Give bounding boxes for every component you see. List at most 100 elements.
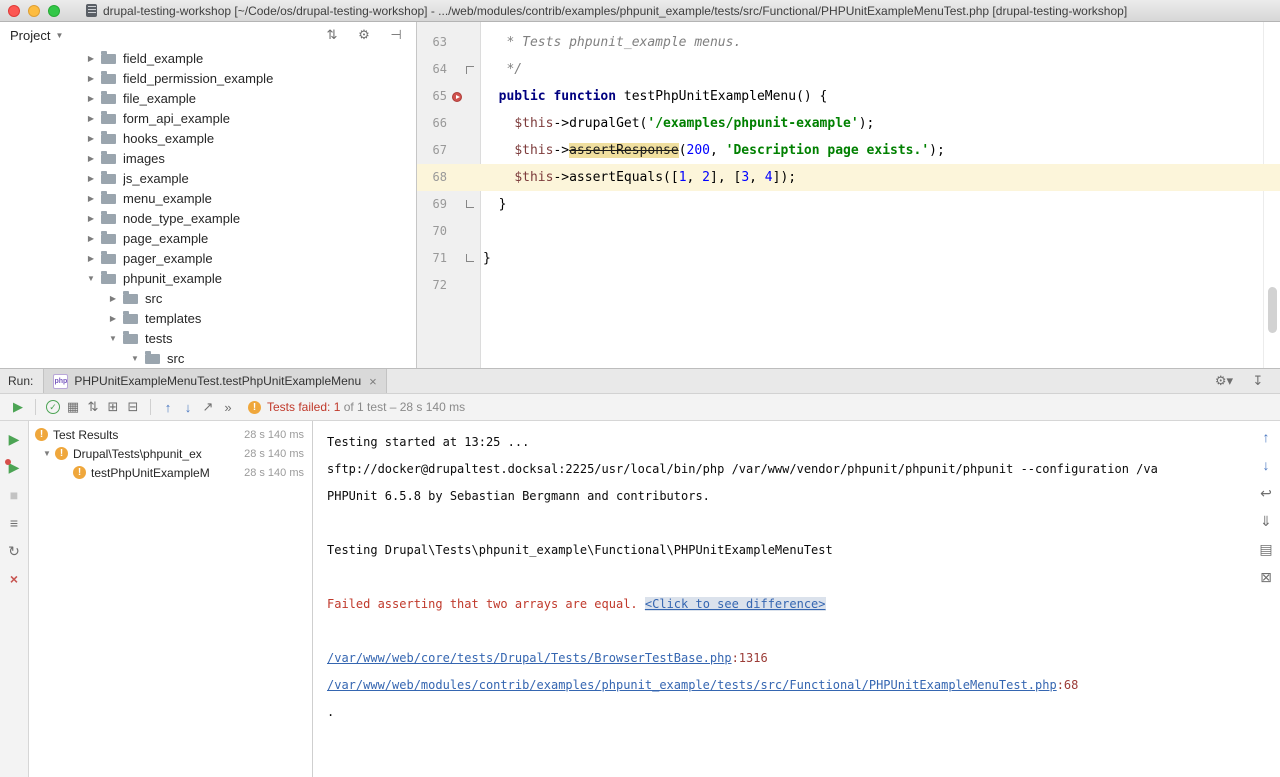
- gutter-spacer: [449, 110, 464, 137]
- down-stacktrace-button[interactable]: ↓: [1256, 455, 1276, 475]
- run-tab[interactable]: php PHPUnitExampleMenuTest.testPhpUnitEx…: [43, 369, 386, 393]
- chevron-collapsed-icon[interactable]: ▶: [84, 74, 98, 83]
- chevron-collapsed-icon[interactable]: ▶: [106, 314, 120, 323]
- scroll-to-end-button[interactable]: ⇓: [1256, 511, 1276, 531]
- project-tree-item-pager_example[interactable]: ▶pager_example: [0, 248, 416, 268]
- difference-link[interactable]: <Click to see difference>: [645, 597, 826, 611]
- code-line-66[interactable]: 66 $this->drupalGet('/examples/phpunit-e…: [417, 110, 1280, 137]
- collapse-all-icon[interactable]: ⇅: [322, 25, 342, 45]
- print-button[interactable]: ▤: [1256, 539, 1276, 559]
- restore-layout-button[interactable]: ≡: [4, 513, 24, 533]
- test-name-label: Test Results: [53, 428, 118, 442]
- expand-all-button[interactable]: ⊞: [103, 397, 123, 417]
- failed-test-gutter-icon[interactable]: [449, 83, 464, 110]
- code-line-70[interactable]: 70: [417, 218, 1280, 245]
- console-right-toolbar: ↑ ↓ ↩ ⇓ ▤ ⊠: [1252, 421, 1280, 777]
- project-panel-header: Project ▼ ⇅ ⚙ ⊣: [0, 22, 416, 48]
- chevron-expanded-icon[interactable]: ▼: [128, 354, 142, 363]
- rerun-test-button[interactable]: ▶: [4, 429, 24, 449]
- chevron-collapsed-icon[interactable]: ▶: [106, 294, 120, 303]
- line-number: 69: [417, 191, 449, 218]
- stack-frame-link[interactable]: /var/www/web/core/tests/Drupal/Tests/Bro…: [327, 651, 732, 665]
- code-text: [480, 272, 483, 299]
- project-tree-item-field_permission_example[interactable]: ▶ field_permission_example: [0, 68, 416, 88]
- collapse-all-button[interactable]: ⊟: [123, 397, 143, 417]
- show-ignored-button[interactable]: ▦: [63, 397, 83, 417]
- chevron-collapsed-icon[interactable]: ▶: [84, 254, 98, 263]
- project-tree-item-node_type_example[interactable]: ▶node_type_example: [0, 208, 416, 228]
- stop-button[interactable]: ■: [4, 485, 24, 505]
- chevron-collapsed-icon[interactable]: ▶: [84, 134, 98, 143]
- chevron-collapsed-icon[interactable]: ▶: [84, 194, 98, 203]
- folder-icon: [145, 354, 160, 364]
- chevron-collapsed-icon[interactable]: ▶: [84, 114, 98, 123]
- rerun-all-tests-button[interactable]: ▶: [8, 397, 28, 417]
- rerun-failed-tests-button[interactable]: ▶: [4, 457, 24, 477]
- test-history-button[interactable]: ↻: [4, 541, 24, 561]
- chevron-collapsed-icon[interactable]: ▶: [84, 94, 98, 103]
- project-tree-item-src[interactable]: ▼src: [0, 348, 416, 368]
- project-tree-item-page_example[interactable]: ▶page_example: [0, 228, 416, 248]
- project-tree-item-tests[interactable]: ▼tests: [0, 328, 416, 348]
- project-tree-item-phpunit_example[interactable]: ▼phpunit_example: [0, 268, 416, 288]
- up-stacktrace-button[interactable]: ↑: [1256, 427, 1276, 447]
- settings-gear-icon[interactable]: ⚙: [354, 25, 374, 45]
- folder-icon: [123, 334, 138, 344]
- code-line-69[interactable]: 69 }: [417, 191, 1280, 218]
- project-tree-item-hooks_example[interactable]: ▶hooks_example: [0, 128, 416, 148]
- close-run-panel-button[interactable]: ×: [4, 569, 24, 589]
- show-passed-button[interactable]: ✓: [46, 400, 60, 414]
- chevron-collapsed-icon[interactable]: ▶: [84, 154, 98, 163]
- chevron-collapsed-icon[interactable]: ▶: [84, 214, 98, 223]
- import-test-results-button[interactable]: ↗: [198, 397, 218, 417]
- more-options-icon[interactable]: »: [218, 397, 238, 417]
- chevron-collapsed-icon[interactable]: ▶: [84, 54, 98, 63]
- previous-failed-test-button[interactable]: ↑: [158, 397, 178, 417]
- close-button[interactable]: [8, 5, 20, 17]
- run-tab-close-icon[interactable]: ×: [369, 375, 377, 388]
- code-line-63[interactable]: 63 * Tests phpunit_example menus.: [417, 29, 1280, 56]
- zoom-button[interactable]: [48, 5, 60, 17]
- next-failed-test-button[interactable]: ↓: [178, 397, 198, 417]
- soft-wrap-button[interactable]: ↩: [1256, 483, 1276, 503]
- test-console[interactable]: Testing started at 13:25 ...sftp://docke…: [313, 421, 1252, 777]
- stack-frame-link[interactable]: /var/www/web/modules/contrib/examples/ph…: [327, 678, 1057, 692]
- project-tree-item-menu_example[interactable]: ▶menu_example: [0, 188, 416, 208]
- chevron-collapsed-icon[interactable]: ▶: [84, 234, 98, 243]
- project-tree-item-js_example[interactable]: ▶js_example: [0, 168, 416, 188]
- code-line-72[interactable]: 72: [417, 272, 1280, 299]
- fold-marker-icon[interactable]: [464, 56, 477, 83]
- console-line-2: PHPUnit 6.5.8 by Sebastian Bergmann and …: [327, 483, 1252, 510]
- chevron-expanded-icon[interactable]: ▼: [106, 334, 120, 343]
- test-tree-row-2[interactable]: testPhpUnitExampleM28 s 140 ms: [29, 463, 312, 482]
- code-line-67[interactable]: 67 $this->assertResponse(200, 'Descripti…: [417, 137, 1280, 164]
- run-settings-gear-icon[interactable]: ⚙▾: [1214, 371, 1234, 391]
- test-tree-row-1[interactable]: ▼Drupal\Tests\phpunit_ex28 s 140 ms: [29, 444, 312, 463]
- chevron-expanded-icon[interactable]: ▼: [84, 274, 98, 283]
- code-line-68[interactable]: 68 $this->assertEquals([1, 2], [3, 4]);: [417, 164, 1280, 191]
- console-text: Testing Drupal\Tests\phpunit_example\Fun…: [327, 543, 833, 557]
- project-tree-item-images[interactable]: ▶images: [0, 148, 416, 168]
- project-tree-item-file_example[interactable]: ▶file_example: [0, 88, 416, 108]
- hide-panel-icon[interactable]: ⊣: [386, 25, 406, 45]
- test-tree-row-0[interactable]: Test Results28 s 140 ms: [29, 425, 312, 444]
- code-line-64[interactable]: 64 */: [417, 56, 1280, 83]
- fold-marker-icon[interactable]: [464, 245, 477, 272]
- project-tree-item-form_api_example[interactable]: ▶form_api_example: [0, 108, 416, 128]
- project-tree-item-field_example[interactable]: ▶field_example: [0, 48, 416, 68]
- hide-run-panel-icon[interactable]: ↧: [1248, 371, 1268, 391]
- project-tree-item-templates[interactable]: ▶templates: [0, 308, 416, 328]
- editor-scrollbar-thumb[interactable]: [1268, 287, 1277, 333]
- project-tree-item-src[interactable]: ▶src: [0, 288, 416, 308]
- sort-alphabetically-button[interactable]: ⇅: [83, 397, 103, 417]
- chevron-collapsed-icon[interactable]: ▶: [84, 174, 98, 183]
- code-line-71[interactable]: 71}: [417, 245, 1280, 272]
- fold-marker-icon[interactable]: [464, 191, 477, 218]
- code-line-65[interactable]: 65 public function testPhpUnitExampleMen…: [417, 83, 1280, 110]
- tree-item-label: field_permission_example: [123, 71, 273, 86]
- minimize-button[interactable]: [28, 5, 40, 17]
- clear-console-button[interactable]: ⊠: [1256, 567, 1276, 587]
- chevron-expanded-icon[interactable]: ▼: [39, 449, 55, 458]
- project-view-selector[interactable]: Project ▼: [10, 28, 63, 43]
- code-editor[interactable]: 63 * Tests phpunit_example menus.64 */65…: [417, 22, 1280, 368]
